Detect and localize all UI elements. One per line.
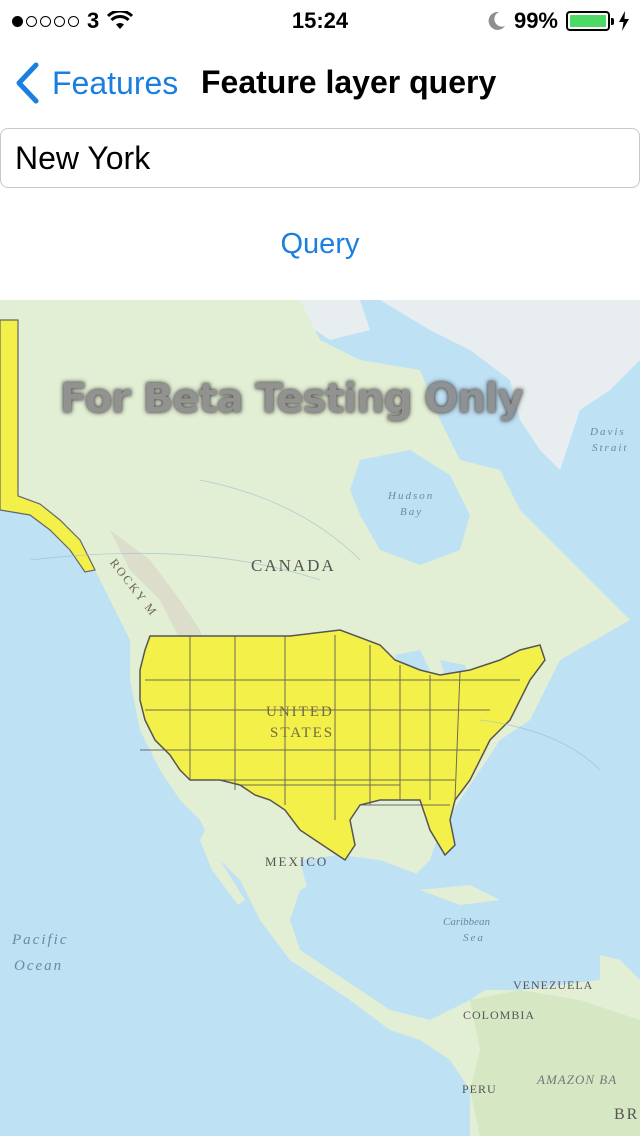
label-bay: Bay xyxy=(400,506,424,518)
label-states: STATES xyxy=(270,725,335,741)
label-pacific: Pacific xyxy=(12,932,69,948)
beta-watermark: For Beta Testing Only xyxy=(60,376,524,422)
back-button[interactable]: Features xyxy=(14,62,178,104)
map-view[interactable]: For Beta Testing Only CANADA UNITED STAT… xyxy=(0,300,640,1136)
label-strait: Strait xyxy=(592,442,629,454)
status-right: 99% xyxy=(488,8,630,34)
label-caribbean: Caribbean xyxy=(443,916,491,928)
navigation-bar: Features Feature layer query xyxy=(0,40,640,128)
label-ocean: Ocean xyxy=(14,958,64,974)
back-button-label: Features xyxy=(52,64,179,101)
label-colombia: COLOMBIA xyxy=(463,1008,536,1022)
query-button[interactable]: Query xyxy=(0,216,640,272)
search-input[interactable] xyxy=(0,128,640,188)
page-title: Feature layer query xyxy=(201,64,497,100)
moon-icon xyxy=(488,11,505,30)
label-peru: PERU xyxy=(462,1082,497,1096)
label-united: UNITED xyxy=(266,704,334,720)
label-brazil: BR xyxy=(614,1106,640,1123)
label-sea: Sea xyxy=(463,932,485,944)
battery-percent: 99% xyxy=(513,8,558,33)
chevron-left-icon xyxy=(16,62,39,104)
label-mexico: MEXICO xyxy=(265,854,329,869)
label-venezuela: VENEZUELA xyxy=(513,978,594,992)
battery-icon xyxy=(566,11,614,31)
label-amazon: AMAZON BA xyxy=(537,1072,618,1087)
label-hudson: Hudson xyxy=(388,490,435,502)
label-davis: Davis xyxy=(590,426,626,438)
status-bar: 3 15:24 99% xyxy=(0,0,640,40)
charging-bolt-icon xyxy=(619,11,629,31)
label-canada: CANADA xyxy=(251,556,336,575)
